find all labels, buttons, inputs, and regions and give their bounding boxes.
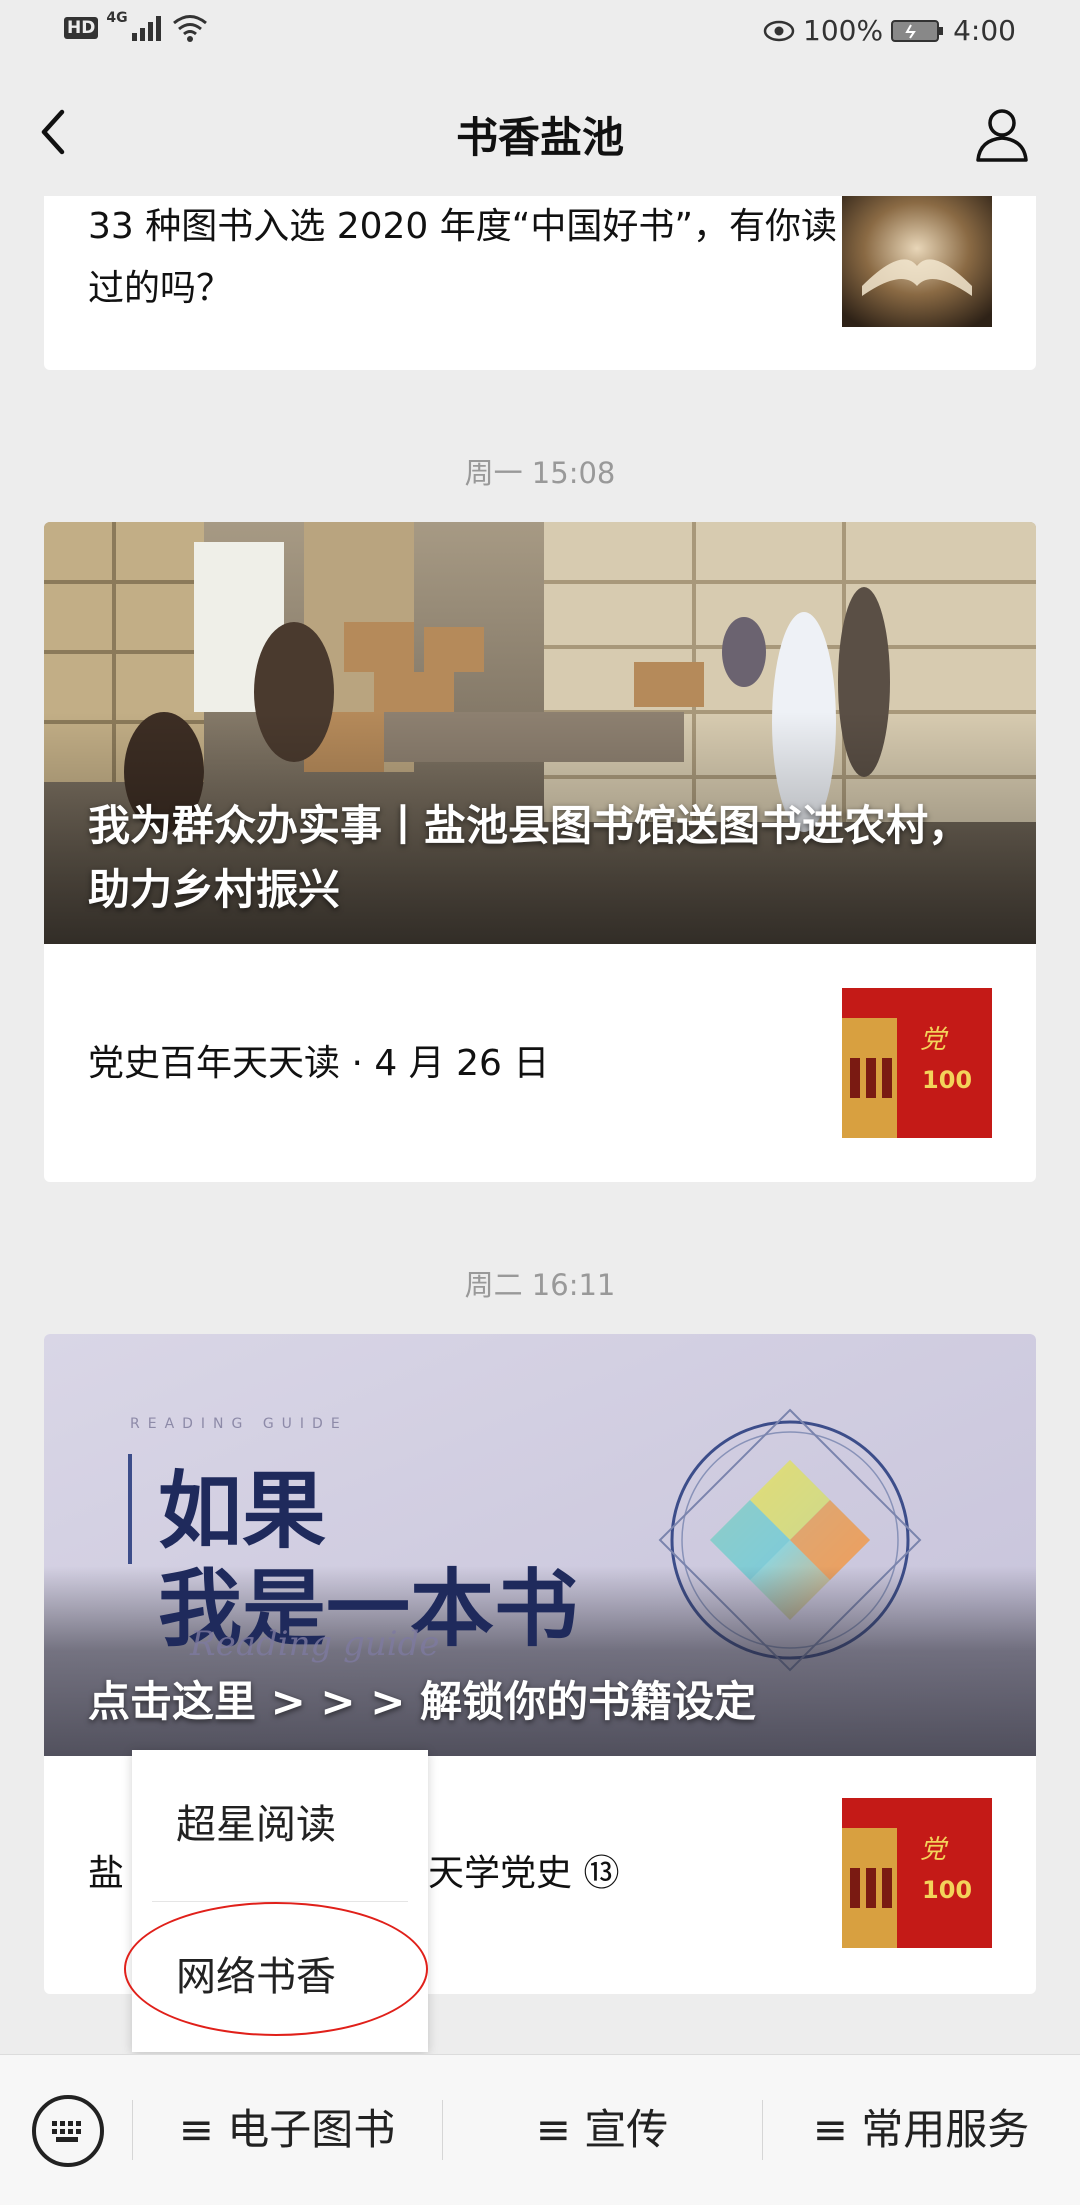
wifi-icon	[172, 15, 207, 42]
signal-icon	[131, 16, 161, 41]
article-thumbnail	[842, 196, 992, 327]
clock: 4:00	[953, 14, 1016, 47]
page-title: 书香盐池	[455, 113, 624, 162]
status-left: HD 4G	[64, 10, 208, 42]
menu-ebooks[interactable]: ≡ 电子图书	[132, 2055, 442, 2205]
timestamp: 周二 16:11	[464, 1268, 616, 1302]
party-history-thumbnail: 党 100	[842, 1798, 992, 1948]
svg-text:党: 党	[920, 1025, 949, 1055]
svg-text:党: 党	[920, 1835, 949, 1865]
status-right: 100% 4:00	[763, 14, 1016, 47]
status-bar: HD 4G 100% 4:00	[0, 0, 1080, 64]
list-item-title-start: 盐	[88, 1853, 125, 1894]
list-item-title: 党史百年天天读 · 4 月 26 日	[88, 1043, 550, 1084]
article-card-group-1: 我为群众办实事丨盐池县图书馆送图书进农村，助力乡村振兴 党史百年天天读 · 4 …	[44, 522, 1036, 1182]
battery-icon	[891, 19, 944, 42]
party-history-thumbnail: 党 100	[842, 988, 992, 1138]
menu-common-services[interactable]: ≡ 常用服务	[762, 2055, 1080, 2205]
svg-text:100: 100	[922, 1876, 972, 1904]
hero-script-text: Reading guide	[190, 1624, 440, 1664]
submenu-item-chaoxing[interactable]: 超星阅读	[132, 1750, 428, 1900]
hero-small-heading: READING GUIDE	[130, 1416, 348, 1432]
article-title: 33 种图书入选 2020 年度“中国好书”，有你读过的吗？	[88, 206, 838, 309]
hero-title: 点击这里 > > > 解锁你的书籍设定	[88, 1677, 757, 1726]
hero-title: 我为群众办实事丨盐池县图书馆送图书进农村，助力乡村振兴	[88, 801, 971, 914]
network-type: 4G	[106, 10, 128, 26]
list-item[interactable]: 党史百年天天读 · 4 月 26 日 党 100	[44, 944, 1036, 1182]
hd-badge: HD	[64, 17, 99, 39]
list-item-title-end: 天学党史 ⑬	[428, 1853, 620, 1894]
nav-bar: 书香盐池	[0, 64, 1080, 196]
highlight-annotation	[124, 1902, 428, 2036]
svg-text:100: 100	[922, 1066, 972, 1094]
user-profile-icon[interactable]	[972, 104, 1032, 164]
hero-article-1[interactable]: 我为群众办实事丨盐池县图书馆送图书进农村，助力乡村振兴	[44, 522, 1036, 944]
menu-publicity[interactable]: ≡ 宣传	[442, 2055, 762, 2205]
bottom-menu-bar: ≡ 电子图书 ≡ 宣传 ≡ 常用服务	[0, 2054, 1080, 2205]
keyboard-icon[interactable]	[32, 2095, 104, 2167]
battery-percent: 100%	[803, 14, 884, 47]
article-card-top[interactable]: 33 种图书入选 2020 年度“中国好书”，有你读过的吗？	[44, 196, 1036, 370]
hero-article-2[interactable]: READING GUIDE 如果 我是一本书 Reading guide 点击这…	[44, 1334, 1036, 1756]
timestamp: 周一 15:08	[464, 456, 616, 490]
eye-icon	[763, 20, 795, 41]
